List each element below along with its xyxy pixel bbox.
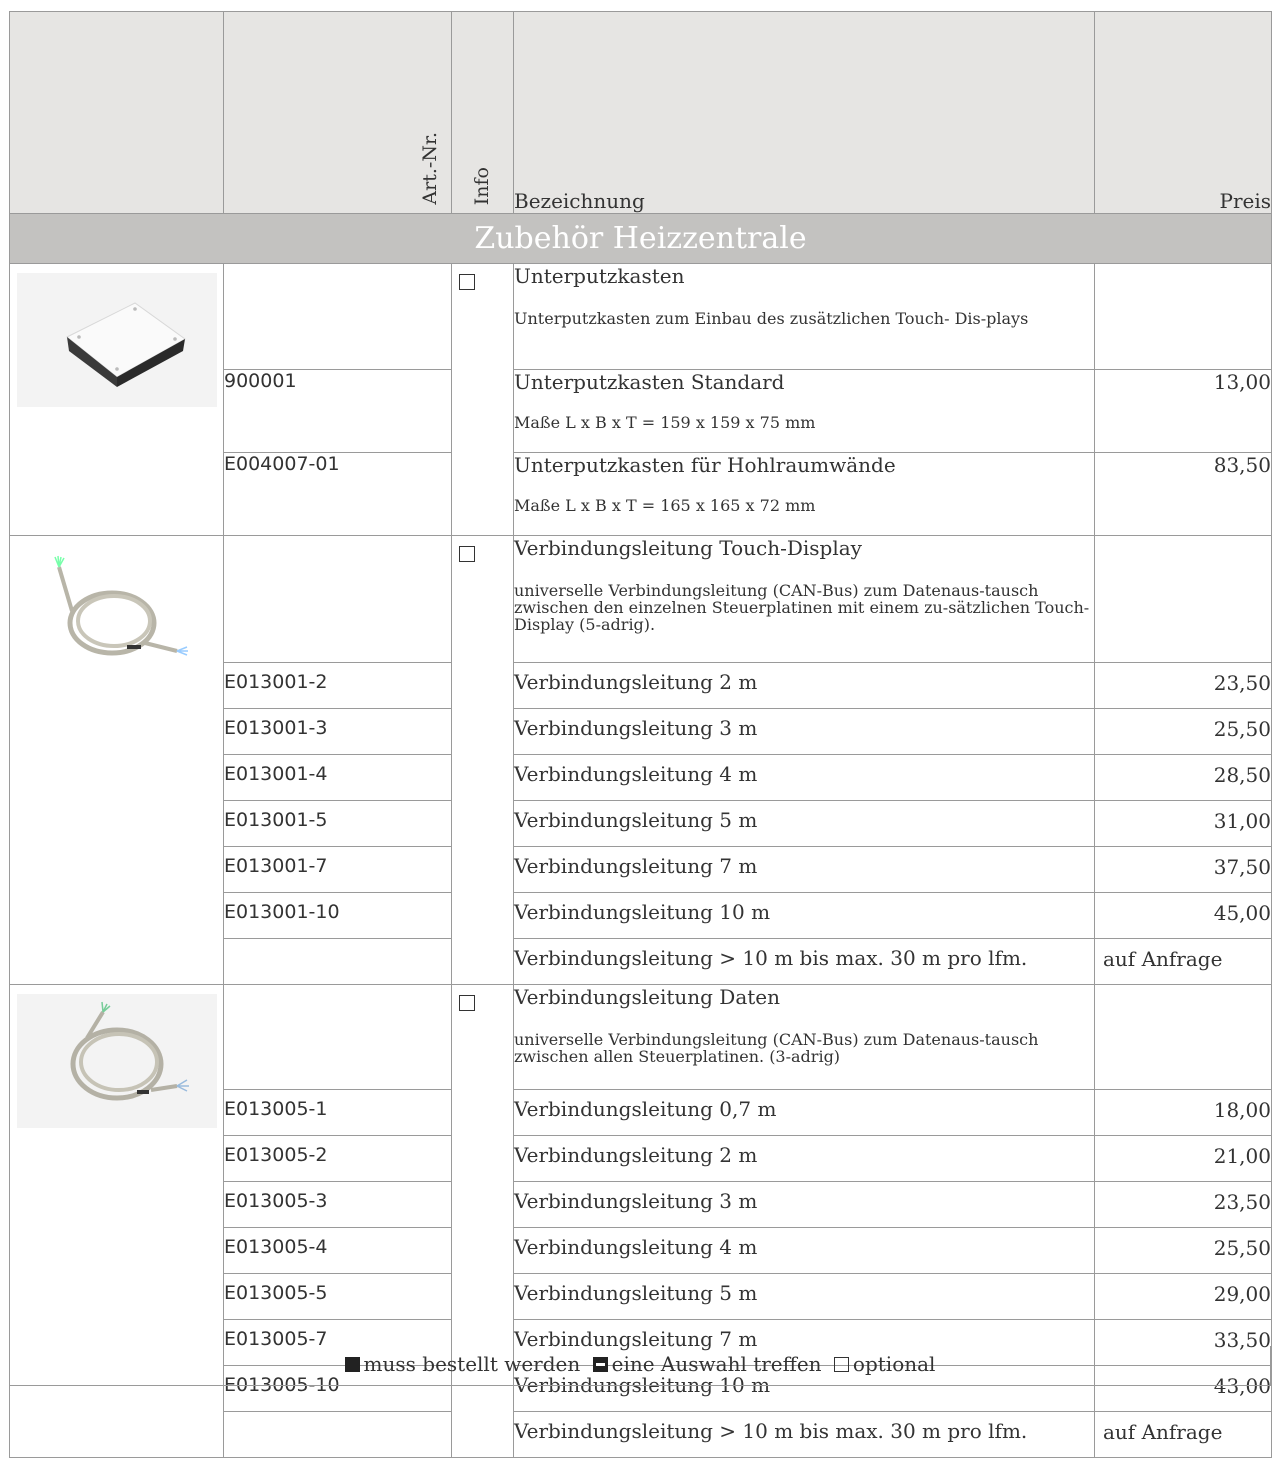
item-name: Verbindungsleitung 0,7 m [513,1089,1095,1136]
header-image-column [9,11,224,214]
art-nr: E013005-3 [223,1181,452,1228]
price: 37,50 [1094,846,1272,893]
art-nr-cell [223,263,452,370]
art-nr: E013005-5 [223,1273,452,1320]
art-nr-cell [223,535,452,663]
item-name: Verbindungsleitung 3 m [513,1181,1095,1228]
item-cell: Unterputzkasten Standard Maße L x B x T … [513,369,1095,453]
section-header-row: Zubehör Heizzentrale [9,213,1272,264]
price: 45,00 [1094,892,1272,939]
item-name: Verbindungsleitung 10 m [513,892,1095,939]
info-cell [451,263,514,536]
group-title-cell: Unterputzkasten Unterputzkasten zum Einb… [513,263,1095,370]
header-art-nr: Art.-Nr. [223,11,452,214]
group-title: Verbindungsleitung Daten [514,985,781,1009]
price: auf Anfrage [1094,938,1272,985]
legend-must: muss bestellt werden [363,1352,581,1376]
price: 25,50 [1094,708,1272,755]
product-image-cell [9,984,224,1458]
group-title-cell: Verbindungsleitung Touch-Display univers… [513,535,1095,663]
legend-optional: optional [852,1352,936,1376]
item-name: Verbindungsleitung 3 m [513,708,1095,755]
item-name: Verbindungsleitung > 10 m bis max. 30 m … [513,938,1095,985]
optional-checkbox-icon[interactable] [459,274,475,290]
price-cell [1094,984,1272,1090]
price: 13,00 [1094,369,1272,453]
group-title: Verbindungsleitung Touch-Display [514,536,862,560]
art-nr: E013005-1 [223,1089,452,1136]
item-name: Unterputzkasten für Hohlraumwände [514,453,896,477]
legend: muss bestellt werden eine Auswahl treffe… [9,1346,1271,1386]
optional-checkbox-icon[interactable] [459,995,475,1011]
price: auf Anfrage [1094,1411,1272,1458]
price: 21,00 [1094,1135,1272,1182]
item-name: Unterputzkasten Standard [514,370,785,394]
item-name: Verbindungsleitung 5 m [513,1273,1095,1320]
price: 18,00 [1094,1089,1272,1136]
header-preis: Preis [1094,11,1272,214]
item-cell: Unterputzkasten für Hohlraumwände Maße L… [513,452,1095,536]
product-photo-cable-touch [17,545,217,679]
art-nr [223,938,452,985]
art-nr: E013001-3 [223,708,452,755]
product-photo-cable-data [17,994,217,1128]
art-nr: E013001-2 [223,662,452,709]
item-name: Verbindungsleitung 7 m [513,846,1095,893]
price-table: Art.-Nr. Info Bezeichnung Preis Zubehör … [9,11,1272,1458]
price: 31,00 [1094,800,1272,847]
choose-option-square-icon [592,1357,608,1372]
group-description: universelle Verbindungsleitung (CAN-Bus)… [514,1030,1039,1066]
art-nr: E013001-5 [223,800,452,847]
price: 25,50 [1094,1227,1272,1274]
art-nr: 900001 [223,369,452,453]
price-cell [1094,263,1272,370]
section-title: Zubehör Heizzentrale [9,213,1272,264]
art-nr: E004007-01 [223,452,452,536]
price-cell [1094,535,1272,663]
product-photo-unterputzkasten [17,273,217,407]
item-name: Verbindungsleitung 4 m [513,754,1095,801]
price: 83,50 [1094,452,1272,536]
price: 23,50 [1094,1181,1272,1228]
item-name: Verbindungsleitung > 10 m bis max. 30 m … [513,1411,1095,1458]
item-note: Maße L x B x T = 159 x 159 x 75 mm [514,413,816,432]
optional-square-icon [833,1357,849,1372]
info-cell [451,535,514,985]
info-cell [451,984,514,1458]
group-title: Unterputzkasten [514,264,685,288]
art-nr: E013005-2 [223,1135,452,1182]
price: 28,50 [1094,754,1272,801]
must-order-square-icon [344,1357,360,1372]
header-bezeichnung: Bezeichnung [513,11,1095,214]
art-nr: E013001-4 [223,754,452,801]
price: 23,50 [1094,662,1272,709]
group-header-row: Verbindungsleitung Touch-Display univers… [9,535,1272,985]
group-header-row: Unterputzkasten Unterputzkasten zum Einb… [9,263,1272,536]
price: 29,00 [1094,1273,1272,1320]
group-title-cell: Verbindungsleitung Daten universelle Ver… [513,984,1095,1090]
product-image-cell [9,535,224,985]
item-name: Verbindungsleitung 4 m [513,1227,1095,1274]
item-name: Verbindungsleitung 2 m [513,1135,1095,1182]
item-name: Verbindungsleitung 5 m [513,800,1095,847]
table-header-row: Art.-Nr. Info Bezeichnung Preis [9,11,1272,214]
art-nr: E013005-4 [223,1227,452,1274]
group-description: universelle Verbindungsleitung (CAN-Bus)… [514,581,1090,634]
art-nr: E013001-10 [223,892,452,939]
legend-choose: eine Auswahl treffen [611,1352,822,1376]
optional-checkbox-icon[interactable] [459,546,475,562]
header-info: Info [451,11,514,214]
art-nr [223,1411,452,1458]
item-note: Maße L x B x T = 165 x 165 x 72 mm [514,496,816,515]
group-header-row: Verbindungsleitung Daten universelle Ver… [9,984,1272,1458]
art-nr-cell [223,984,452,1090]
art-nr: E013001-7 [223,846,452,893]
group-description: Unterputzkasten zum Einbau des zusätzlic… [514,309,1029,328]
product-image-cell [9,263,224,536]
item-name: Verbindungsleitung 2 m [513,662,1095,709]
